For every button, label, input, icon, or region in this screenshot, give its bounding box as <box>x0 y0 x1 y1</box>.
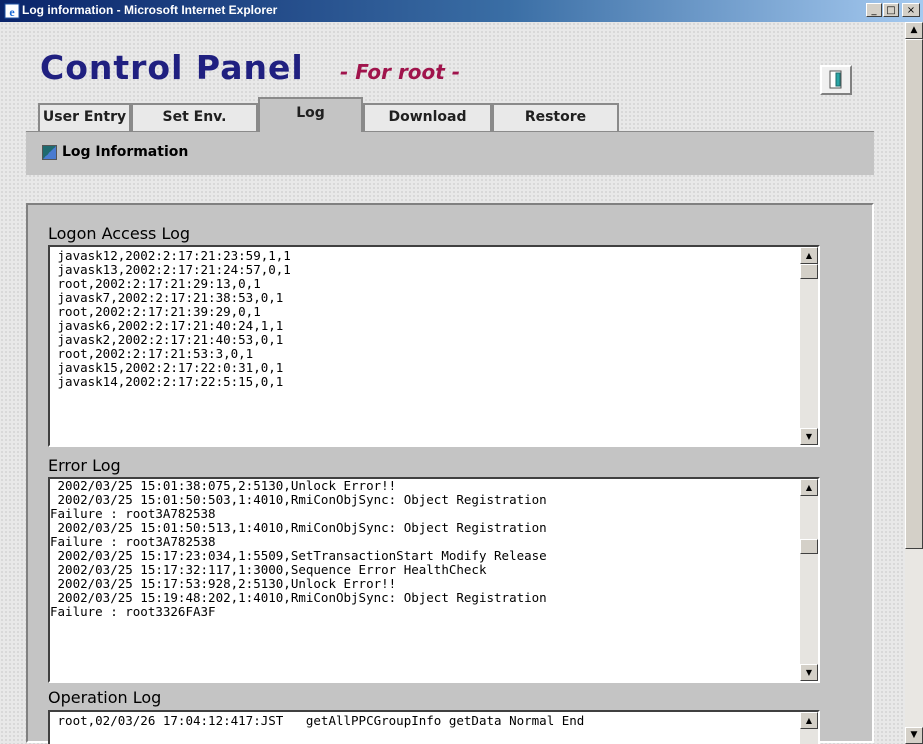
error-log-label: Error Log <box>48 456 121 475</box>
operation-log-label: Operation Log <box>48 688 162 707</box>
exit-button[interactable] <box>820 65 852 95</box>
scroll-up-arrow-icon[interactable]: ▲ <box>800 479 818 496</box>
scroll-up-arrow-icon[interactable]: ▲ <box>800 247 818 264</box>
log-line: javask15,2002:2:17:22:0:31,0,1 <box>50 360 284 375</box>
log-line: Failure : root3A782538 <box>50 506 216 521</box>
log-line: 2002/03/25 15:17:32:117,1:3000,Sequence … <box>50 562 487 577</box>
log-line: 2002/03/25 15:01:50:513,1:4010,RmiConObj… <box>50 520 547 535</box>
log-line: 2002/03/25 15:01:50:503,1:4010,RmiConObj… <box>50 492 547 507</box>
log-line: javask14,2002:2:17:22:5:15,0,1 <box>50 374 284 389</box>
log-line: 2002/03/25 15:19:48:202,1:4010,RmiConObj… <box>50 590 547 605</box>
tab-restore[interactable]: Restore <box>492 103 619 131</box>
log-information-icon <box>42 145 57 160</box>
error-log-scrollbar[interactable]: ▲ ▼ <box>800 479 818 681</box>
log-panel: Logon Access Log javask12,2002:2:17:21:2… <box>26 203 874 744</box>
log-line: Failure : root3326FA3F <box>50 604 216 619</box>
log-line: root,2002:2:17:21:39:29,0,1 <box>50 304 261 319</box>
log-line: 2002/03/25 15:17:23:034,1:5509,SetTransa… <box>50 548 547 563</box>
tab-user-entry[interactable]: User Entry <box>38 103 131 131</box>
scroll-thumb[interactable] <box>800 264 818 279</box>
log-line: javask6,2002:2:17:21:40:24,1,1 <box>50 318 284 333</box>
svg-text:e: e <box>9 5 15 19</box>
log-line: javask13,2002:2:17:21:24:57,0,1 <box>50 262 291 277</box>
browser-scrollbar[interactable]: ▲ ▼ <box>905 22 923 744</box>
scroll-down-arrow-icon[interactable]: ▼ <box>800 428 818 445</box>
window-title-bar: e Log information - Microsoft Internet E… <box>0 0 923 22</box>
logon-access-log-label: Logon Access Log <box>48 224 191 243</box>
log-line: javask2,2002:2:17:21:40:53,0,1 <box>50 332 284 347</box>
scroll-thumb[interactable] <box>905 39 923 549</box>
exit-door-icon <box>829 70 842 89</box>
log-line: Failure : root3A782538 <box>50 534 216 549</box>
operation-log-lines: root,02/03/26 17:04:12:417:JST getAllPPC… <box>50 714 800 728</box>
operation-log-textarea[interactable]: root,02/03/26 17:04:12:417:JST getAllPPC… <box>48 710 820 744</box>
tab-set-env[interactable]: Set Env. <box>131 103 258 131</box>
log-line: 2002/03/25 15:01:38:075,2:5130,Unlock Er… <box>50 478 397 493</box>
error-log-textarea[interactable]: 2002/03/25 15:01:38:075,2:5130,Unlock Er… <box>48 477 820 683</box>
page-content: Control Panel - For root - User Entry Se… <box>0 22 905 744</box>
page-subtitle: - For root - <box>340 60 461 84</box>
log-line: javask7,2002:2:17:21:38:53,0,1 <box>50 290 284 305</box>
logon-log-scrollbar[interactable]: ▲ ▼ <box>800 247 818 445</box>
window-title: Log information - Microsoft Internet Exp… <box>22 3 278 17</box>
minimize-button[interactable]: _ <box>866 3 882 17</box>
logon-log-lines: javask12,2002:2:17:21:23:59,1,1 javask13… <box>50 249 800 389</box>
log-line: javask12,2002:2:17:21:23:59,1,1 <box>50 248 291 263</box>
operation-log-scrollbar[interactable]: ▲ <box>800 712 818 744</box>
scroll-thumb[interactable] <box>800 539 818 554</box>
log-line: root,2002:2:17:21:29:13,0,1 <box>50 276 261 291</box>
scroll-up-arrow-icon[interactable]: ▲ <box>800 712 818 729</box>
subnav-label: Log Information <box>62 144 189 160</box>
tab-log[interactable]: Log <box>258 97 363 132</box>
scroll-up-arrow-icon[interactable]: ▲ <box>905 22 923 39</box>
internet-explorer-icon: e <box>4 3 20 19</box>
page-title: Control Panel <box>40 48 304 87</box>
logon-access-log-textarea[interactable]: javask12,2002:2:17:21:23:59,1,1 javask13… <box>48 245 820 447</box>
log-line: root,2002:2:17:21:53:3,0,1 <box>50 346 254 361</box>
scroll-down-arrow-icon[interactable]: ▼ <box>800 664 818 681</box>
log-line: root,02/03/26 17:04:12:417:JST getAllPPC… <box>50 713 585 728</box>
maximize-button[interactable]: □ <box>883 3 899 17</box>
subnav-bar: Log Information <box>26 131 874 175</box>
log-line: 2002/03/25 15:17:53:928,2:5130,Unlock Er… <box>50 576 397 591</box>
tab-download[interactable]: Download <box>363 103 492 131</box>
close-button[interactable]: × <box>902 3 920 17</box>
error-log-lines: 2002/03/25 15:01:38:075,2:5130,Unlock Er… <box>50 479 800 619</box>
scroll-down-arrow-icon[interactable]: ▼ <box>905 727 923 744</box>
